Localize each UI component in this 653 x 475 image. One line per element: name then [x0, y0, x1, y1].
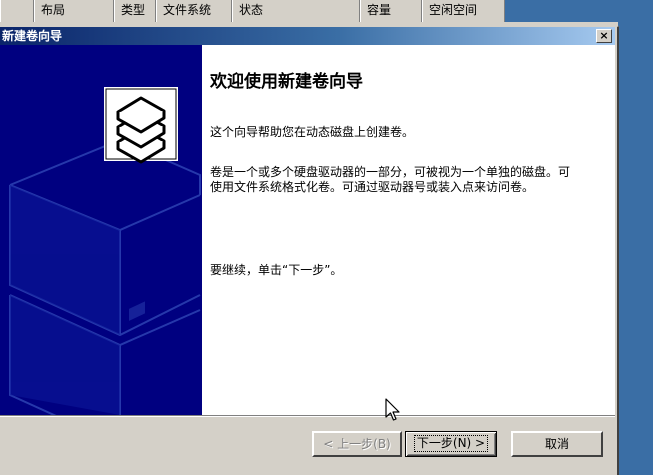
- button-separator: [0, 415, 615, 417]
- wizard-content-area: 欢迎使用新建卷向导 这个向导帮助您在动态磁盘上创建卷。 卷是一个或多个硬盘驱动器…: [202, 45, 615, 415]
- mouse-pointer-icon: [385, 398, 400, 421]
- dialog-title: 新建卷向导: [2, 29, 63, 43]
- next-button[interactable]: 下一步(N) >: [405, 431, 497, 457]
- column-header-capacity[interactable]: 容量: [360, 0, 422, 22]
- intro-text: 这个向导帮助您在动态磁盘上创建卷。: [210, 125, 415, 139]
- close-button[interactable]: ×: [596, 29, 612, 43]
- column-header-bar: 布局 类型 文件系统 状态 容量 空闲空间: [0, 0, 505, 23]
- continue-instruction-text: 要继续，单击“下一步”。: [210, 263, 343, 277]
- column-header-blank[interactable]: [0, 0, 34, 22]
- column-header-layout[interactable]: 布局: [34, 0, 114, 22]
- close-icon: ×: [599, 29, 609, 42]
- column-header-status[interactable]: 状态: [232, 0, 360, 22]
- column-header-filesystem[interactable]: 文件系统: [156, 0, 232, 22]
- cancel-button[interactable]: 取消: [511, 431, 603, 457]
- wizard-disk-stack-icon: [104, 87, 178, 164]
- welcome-heading: 欢迎使用新建卷向导: [210, 72, 363, 92]
- back-button[interactable]: < 上一步(B): [312, 431, 402, 457]
- next-button-label: 下一步(N) >: [413, 435, 489, 452]
- column-header-type[interactable]: 类型: [114, 0, 156, 22]
- new-volume-wizard-dialog: 新建卷向导 × 欢迎使用新建卷向导 这个向导帮助您在动态磁盘上创建卷。 卷是一个…: [0, 26, 619, 475]
- dialog-titlebar[interactable]: 新建卷向导 ×: [0, 27, 615, 45]
- wizard-side-panel: [0, 45, 202, 415]
- wizard-watermark-graphic: [9, 87, 201, 415]
- volume-description-text: 卷是一个或多个硬盘驱动器的一部分，可被视为一个单独的磁盘。可使用文件系统格式化卷…: [210, 165, 571, 194]
- column-header-free-space[interactable]: 空闲空间: [422, 0, 505, 22]
